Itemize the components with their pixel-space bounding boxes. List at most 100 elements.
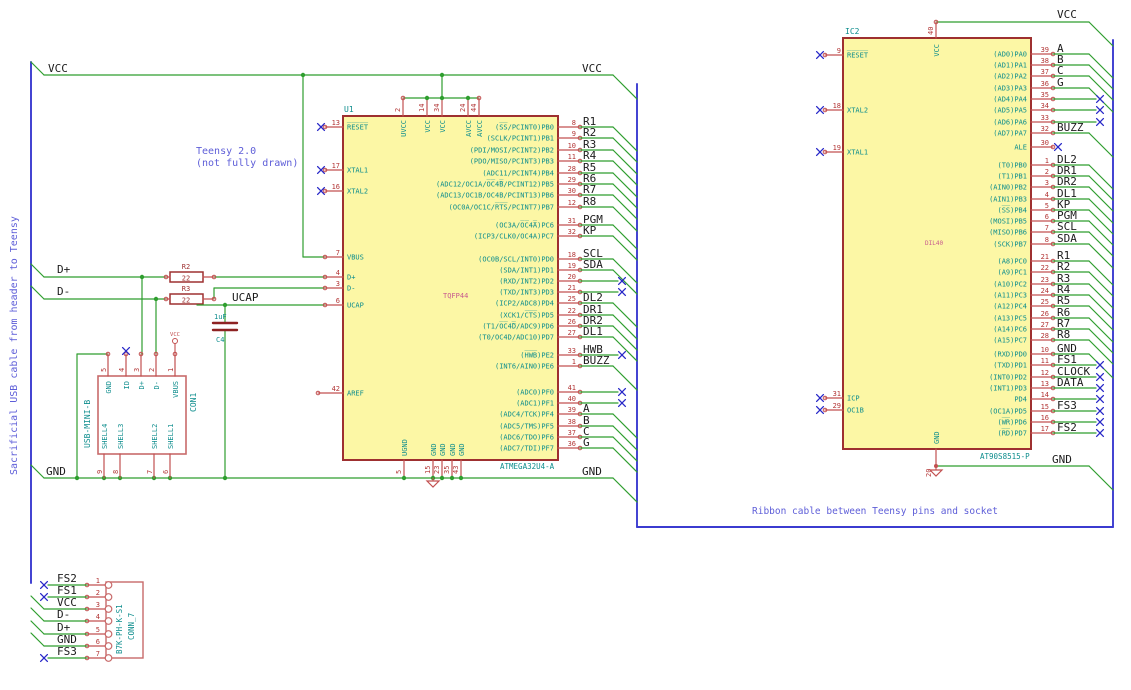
- bus-entry: [612, 325, 638, 351]
- pin-number: 18: [833, 102, 841, 110]
- pin-number: 15: [1041, 403, 1049, 411]
- pin-name: (ADC5/TMS)PF5: [499, 423, 554, 431]
- u1-ref[interactable]: U1: [344, 105, 354, 114]
- net-label[interactable]: GND: [46, 465, 66, 478]
- pin-number: 30: [568, 187, 576, 195]
- pin-number: 27: [568, 329, 576, 337]
- pin-name: R̅E̅S̅E̅T̅: [347, 122, 369, 131]
- schematic-drawing: U1ATMEGA32U4-ATQFP4413R̅E̅S̅E̅T̅17XTAL11…: [9, 8, 1114, 663]
- pin-number: 6: [96, 638, 100, 646]
- pin-name: UVCC: [400, 120, 408, 137]
- net-label[interactable]: DATA: [1057, 376, 1084, 389]
- pin-number: 21: [568, 284, 576, 292]
- net-label[interactable]: R8: [583, 195, 596, 208]
- con1-ref[interactable]: CON1: [189, 393, 198, 412]
- pin-number: 11: [1041, 357, 1049, 365]
- net-label[interactable]: VCC: [582, 62, 602, 75]
- note-usb-cable: Sacrificial USB cable from header to Tee…: [9, 216, 20, 475]
- pin-number: 3: [336, 280, 340, 288]
- net-label[interactable]: VCC: [48, 62, 68, 75]
- pin-number: 43: [452, 466, 460, 474]
- u1-value[interactable]: ATMEGA32U4-A: [500, 462, 555, 471]
- r2-ref[interactable]: R2: [182, 263, 190, 271]
- pin-number: 22: [568, 307, 576, 315]
- net-label[interactable]: D-: [57, 285, 70, 298]
- pin-number: 36: [568, 440, 576, 448]
- pin-name: (ICP3/CLK0/OC4A)PC7: [474, 233, 554, 241]
- net-label[interactable]: GND: [1052, 453, 1072, 466]
- pin-name: D+: [347, 274, 355, 282]
- pin-name: GND: [449, 443, 457, 456]
- conn7-value[interactable]: B7K-PH-K-S1: [115, 604, 124, 654]
- net-label[interactable]: GND: [582, 465, 602, 478]
- pin-number: 4: [1045, 191, 1049, 199]
- pin-number: 36: [1041, 80, 1049, 88]
- pin-number: 29: [833, 402, 841, 410]
- pin-number: 38: [568, 418, 576, 426]
- r3-ref[interactable]: R3: [182, 285, 190, 293]
- junction-dot: [439, 475, 445, 481]
- pin-number: 22: [1041, 264, 1049, 272]
- pin-number: 39: [1041, 46, 1049, 54]
- pin-pad: [104, 654, 113, 662]
- pin-name: (MISO)PB6: [989, 229, 1027, 237]
- bus-entry: [1088, 294, 1114, 320]
- bus-entry: [612, 447, 638, 473]
- pin-number: 35: [1041, 91, 1049, 99]
- pin-number: 20: [568, 273, 576, 281]
- pin-name: (OC1A)PD5: [989, 408, 1027, 416]
- net-label[interactable]: BUZZ: [583, 354, 610, 367]
- net-label[interactable]: R8: [1057, 328, 1070, 341]
- pin-name: (T0/OC4D/ADC10)PD7: [478, 334, 554, 342]
- pin-name: VCC: [933, 44, 941, 57]
- net-label[interactable]: UCAP: [232, 291, 259, 304]
- net-label[interactable]: VCC: [1057, 8, 1077, 21]
- pin-name: (T1/O̅C̅4̅D̅/ADC9)PD6: [482, 321, 554, 330]
- pin-number: 26: [568, 318, 576, 326]
- net-label[interactable]: BUZZ: [1057, 121, 1084, 134]
- conn7-ref[interactable]: CONN_7: [127, 613, 136, 640]
- junction-dot: [439, 95, 445, 101]
- pin-name: AREF: [347, 390, 364, 398]
- net-label[interactable]: SDA: [583, 258, 603, 271]
- pin-name: (PDO/MISO/PCINT3)PB3: [470, 158, 554, 166]
- pin-number: 1: [96, 577, 100, 585]
- pin-name: (AD5)PA5: [993, 107, 1027, 115]
- pin-number: 2: [148, 368, 156, 372]
- con1-value[interactable]: USB-MINI-B: [83, 400, 92, 448]
- net-label[interactable]: FS3: [1057, 399, 1077, 412]
- c4-ref[interactable]: C4: [216, 336, 224, 344]
- pin-name: (A15)PC7: [993, 337, 1027, 345]
- pin-number: 23: [1041, 276, 1049, 284]
- net-label[interactable]: SDA: [1057, 232, 1077, 245]
- pin-number: 16: [332, 183, 340, 191]
- pin-name: D-: [347, 285, 355, 293]
- pin-name: ID: [123, 381, 131, 389]
- pin-pad: [104, 630, 113, 638]
- pin-name: (OC0B/SCL/INT0)PD0: [478, 256, 554, 264]
- net-label[interactable]: D-: [57, 608, 70, 621]
- pin-number: 13: [1041, 380, 1049, 388]
- net-label[interactable]: G: [583, 436, 590, 449]
- pin-name: (AD7)PA7: [993, 130, 1027, 138]
- u1-footprint: TQFP44: [443, 292, 468, 300]
- net-label[interactable]: DL1: [583, 325, 603, 338]
- net-label[interactable]: D+: [57, 263, 71, 276]
- pin-number: 5: [100, 368, 108, 372]
- pin-number: 18: [568, 251, 576, 259]
- pin-name: (ADC6/TDO)PF6: [499, 434, 554, 442]
- pin-name: GND: [458, 443, 466, 456]
- pin-pad: [104, 593, 113, 601]
- pin-name: (A12)PC4: [993, 303, 1027, 311]
- pin-number: 12: [1041, 369, 1049, 377]
- net-label[interactable]: FS3: [57, 645, 77, 658]
- ic2-value[interactable]: AT90S8515-P: [980, 452, 1030, 461]
- pin-number: 40: [927, 27, 935, 35]
- net-label[interactable]: G: [1057, 76, 1064, 89]
- net-label[interactable]: FS2: [1057, 421, 1077, 434]
- ic2-ref[interactable]: IC2: [845, 27, 860, 36]
- pin-name: (AD4)PA4: [993, 96, 1027, 104]
- pin-number: 4: [118, 368, 126, 372]
- net-label[interactable]: KP: [583, 224, 597, 237]
- pin-number: 40: [568, 395, 576, 403]
